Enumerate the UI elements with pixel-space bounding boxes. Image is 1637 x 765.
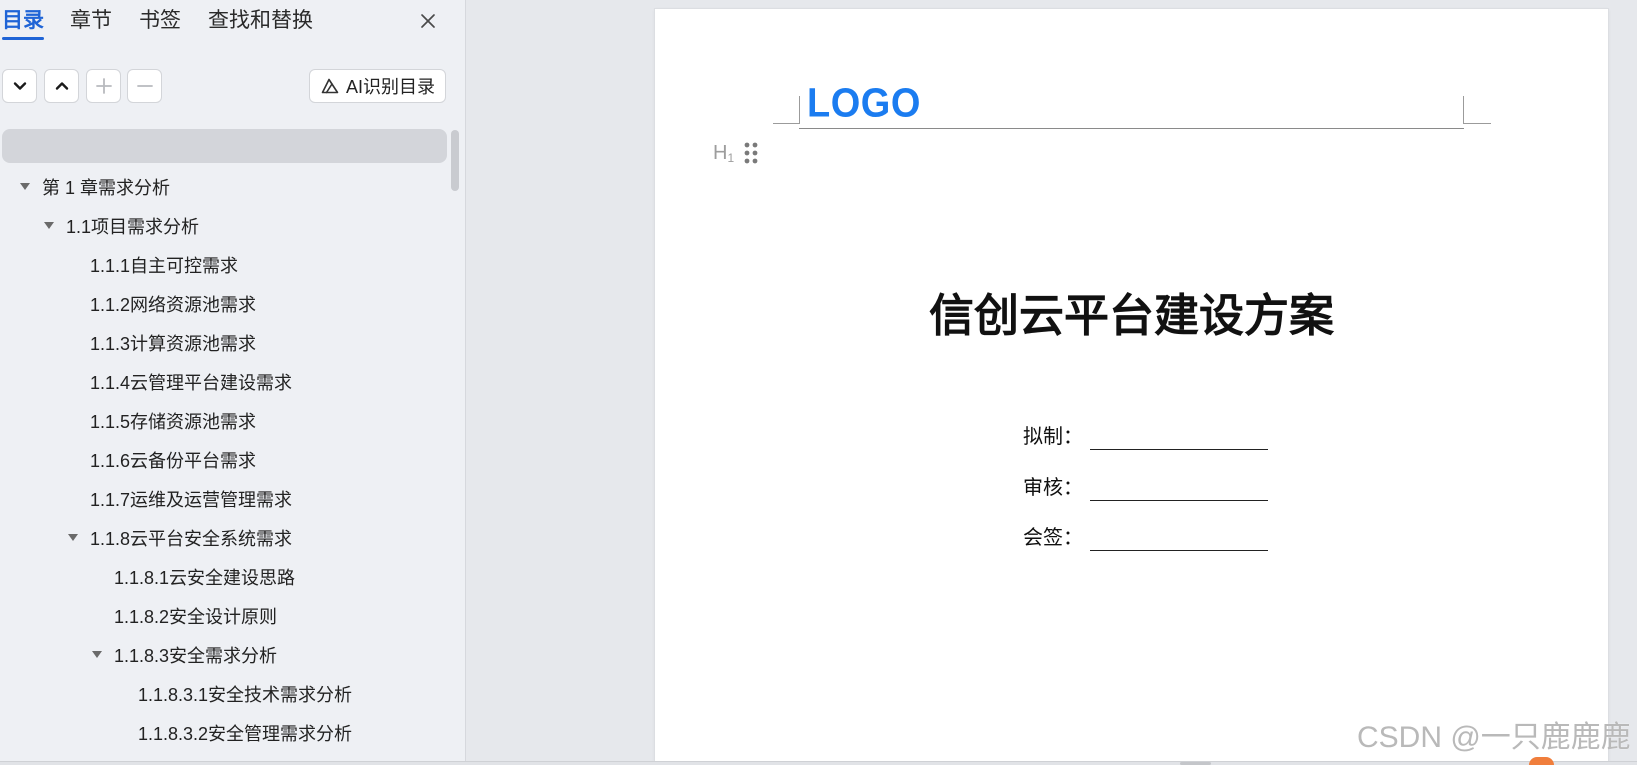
signoff-row-drafter: 拟制： bbox=[1023, 423, 1273, 451]
expand-all-button[interactable] bbox=[2, 69, 37, 103]
sidebar-scrollbar-thumb[interactable] bbox=[451, 130, 459, 191]
outline-item[interactable]: 1.1.2网络资源池需求 bbox=[0, 284, 447, 323]
outline-item-label: 1.1.2网络资源池需求 bbox=[90, 294, 257, 315]
outline-item[interactable]: 1.1.4云管理平台建设需求 bbox=[0, 362, 447, 401]
signoff-label: 审核： bbox=[1023, 477, 1083, 499]
outline-item[interactable]: 1.1.8.3安全需求分析 bbox=[0, 635, 447, 674]
outline-item-label: 1.1.7运维及运营管理需求 bbox=[90, 489, 293, 510]
outline-item-label: 1.1.8云平台安全系统需求 bbox=[90, 528, 293, 549]
outline-item[interactable]: 1.1.8.2安全设计原则 bbox=[0, 596, 447, 635]
document-page[interactable]: LOGO H1 信创云平台建设方案 拟制： 审核： 会签： bbox=[655, 9, 1608, 761]
signoff-field[interactable] bbox=[1090, 524, 1268, 551]
outline-item[interactable]: 1.1.8云平台安全系统需求 bbox=[0, 518, 447, 557]
caret-down-icon[interactable] bbox=[86, 635, 108, 674]
outline-item[interactable]: 1.1.3计算资源池需求 bbox=[0, 323, 447, 362]
ai-recognize-label: AI识别目录 bbox=[345, 77, 435, 97]
outline-item[interactable]: 1.1项目需求分析 bbox=[0, 206, 447, 245]
outline-item[interactable]: 1.1.7运维及运营管理需求 bbox=[0, 479, 447, 518]
outline-item-label: 1.1.6云备份平台需求 bbox=[90, 450, 257, 471]
caret-down-icon[interactable] bbox=[14, 167, 36, 206]
outline-item[interactable]: 1.1.6云备份平台需求 bbox=[0, 440, 447, 479]
outline-item-label: 1.1.8.1云安全建设思路 bbox=[114, 567, 296, 588]
outline-tree: 第 1 章需求分析 1.1项目需求分析 1.1.1自主可控需求 1.1.2网络资… bbox=[0, 167, 447, 752]
close-icon bbox=[421, 14, 435, 28]
outline-item-label: 1.1.8.3安全需求分析 bbox=[114, 645, 278, 666]
tab-chapters[interactable]: 章节 bbox=[70, 8, 112, 34]
header-crop-mark-right-h bbox=[1463, 123, 1491, 124]
outline-item-label: 1.1.8.3.1安全技术需求分析 bbox=[138, 684, 353, 705]
outline-item-label: 1.1.8.2安全设计原则 bbox=[114, 606, 278, 627]
signoff-field[interactable] bbox=[1090, 474, 1268, 501]
outline-item[interactable]: 1.1.1自主可控需求 bbox=[0, 245, 447, 284]
header-crop-mark-left-h bbox=[773, 123, 799, 124]
caret-down-icon[interactable] bbox=[38, 206, 60, 245]
signoff-row-countersign: 会签： bbox=[1023, 524, 1273, 552]
header-crop-mark-right-v bbox=[1463, 96, 1464, 124]
bottom-bar bbox=[0, 761, 1637, 765]
outline-item-label: 第 1 章需求分析 bbox=[42, 177, 171, 198]
outline-item-label: 1.1.4云管理平台建设需求 bbox=[90, 372, 293, 393]
add-heading-button[interactable] bbox=[86, 69, 121, 103]
header-logo[interactable]: LOGO bbox=[807, 82, 921, 125]
outline-item-label: 1.1.1自主可控需求 bbox=[90, 255, 239, 276]
outline-item[interactable]: 1.1.8.3.2安全管理需求分析 bbox=[0, 713, 447, 752]
outline-sidebar: 目录 章节 书签 查找和替换 AI识别目录 第 1 章需求分析 1.1项目需求分… bbox=[0, 0, 466, 761]
ai-recognize-icon bbox=[321, 78, 339, 94]
tab-bookmarks[interactable]: 书签 bbox=[139, 8, 181, 34]
outline-item-label: 1.1.8.3.2安全管理需求分析 bbox=[138, 723, 353, 744]
remove-heading-button[interactable] bbox=[127, 69, 162, 103]
outline-item[interactable]: 1.1.8.3.1安全技术需求分析 bbox=[0, 674, 447, 713]
signoff-label: 会签： bbox=[1023, 527, 1083, 549]
signoff-row-reviewer: 审核： bbox=[1023, 474, 1273, 502]
outline-item-selected[interactable] bbox=[2, 129, 447, 163]
heading-badge-letter: H bbox=[713, 142, 728, 164]
heading-level-badge[interactable]: H1 bbox=[713, 141, 734, 165]
minus-icon bbox=[136, 85, 153, 87]
header-crop-mark-left-v bbox=[799, 96, 800, 124]
close-sidebar-button[interactable] bbox=[418, 11, 438, 31]
outline-item[interactable]: 1.1.5存储资源池需求 bbox=[0, 401, 447, 440]
collapse-all-button[interactable] bbox=[44, 69, 79, 103]
chevron-up-icon bbox=[55, 82, 68, 90]
outline-item-label: 1.1项目需求分析 bbox=[66, 216, 200, 237]
floating-widget-icon[interactable] bbox=[1529, 757, 1554, 765]
signoff-label: 拟制： bbox=[1023, 426, 1083, 448]
active-tab-indicator bbox=[2, 37, 44, 40]
header-rule bbox=[799, 128, 1464, 129]
signoff-field[interactable] bbox=[1090, 423, 1268, 450]
outline-item-label: 1.1.3计算资源池需求 bbox=[90, 333, 257, 354]
outline-item[interactable]: 第 1 章需求分析 bbox=[0, 167, 447, 206]
tab-toc[interactable]: 目录 bbox=[2, 8, 44, 34]
chevron-down-icon bbox=[13, 82, 26, 90]
drag-handle-icon[interactable] bbox=[743, 142, 759, 164]
document-title[interactable]: 信创云平台建设方案 bbox=[655, 288, 1608, 344]
ai-recognize-toc-button[interactable]: AI识别目录 bbox=[309, 69, 446, 103]
caret-down-icon[interactable] bbox=[62, 518, 84, 557]
heading-badge-level: 1 bbox=[727, 151, 735, 165]
tab-find-replace[interactable]: 查找和替换 bbox=[208, 8, 313, 34]
plus-icon bbox=[95, 78, 112, 94]
outline-item-label: 1.1.5存储资源池需求 bbox=[90, 411, 257, 432]
outline-item[interactable]: 1.1.8.1云安全建设思路 bbox=[0, 557, 447, 596]
